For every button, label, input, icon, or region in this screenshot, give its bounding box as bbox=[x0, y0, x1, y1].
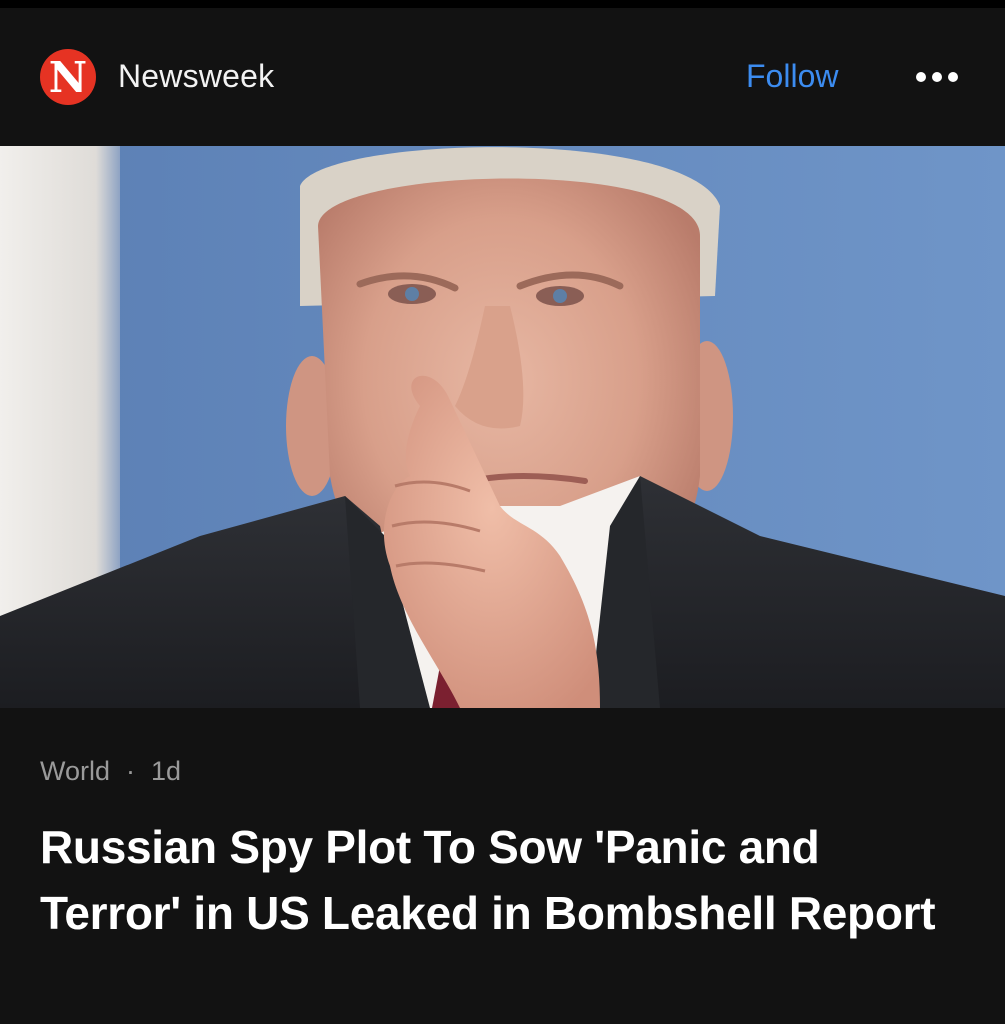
logo-letter: N bbox=[48, 53, 88, 102]
more-horizontal-icon bbox=[916, 72, 958, 82]
article-headline[interactable]: Russian Spy Plot To Sow 'Panic and Terro… bbox=[40, 814, 940, 946]
article-card[interactable]: World · 1d Russian Spy Plot To Sow 'Pani… bbox=[0, 708, 1005, 1024]
follow-button[interactable]: Follow bbox=[746, 54, 838, 98]
meta-separator: · bbox=[126, 756, 136, 786]
article-meta: World · 1d bbox=[40, 754, 181, 788]
status-strip bbox=[0, 0, 1005, 8]
article-age: 1d bbox=[151, 756, 182, 786]
more-options-button[interactable] bbox=[909, 65, 965, 89]
article-category[interactable]: World bbox=[40, 754, 110, 788]
hero-photo bbox=[0, 146, 1005, 708]
publisher-logo[interactable]: N bbox=[40, 49, 96, 105]
publisher-header: N Newsweek Follow bbox=[0, 8, 1005, 146]
publisher-name[interactable]: Newsweek bbox=[118, 56, 274, 96]
article-hero-image[interactable] bbox=[0, 146, 1005, 708]
